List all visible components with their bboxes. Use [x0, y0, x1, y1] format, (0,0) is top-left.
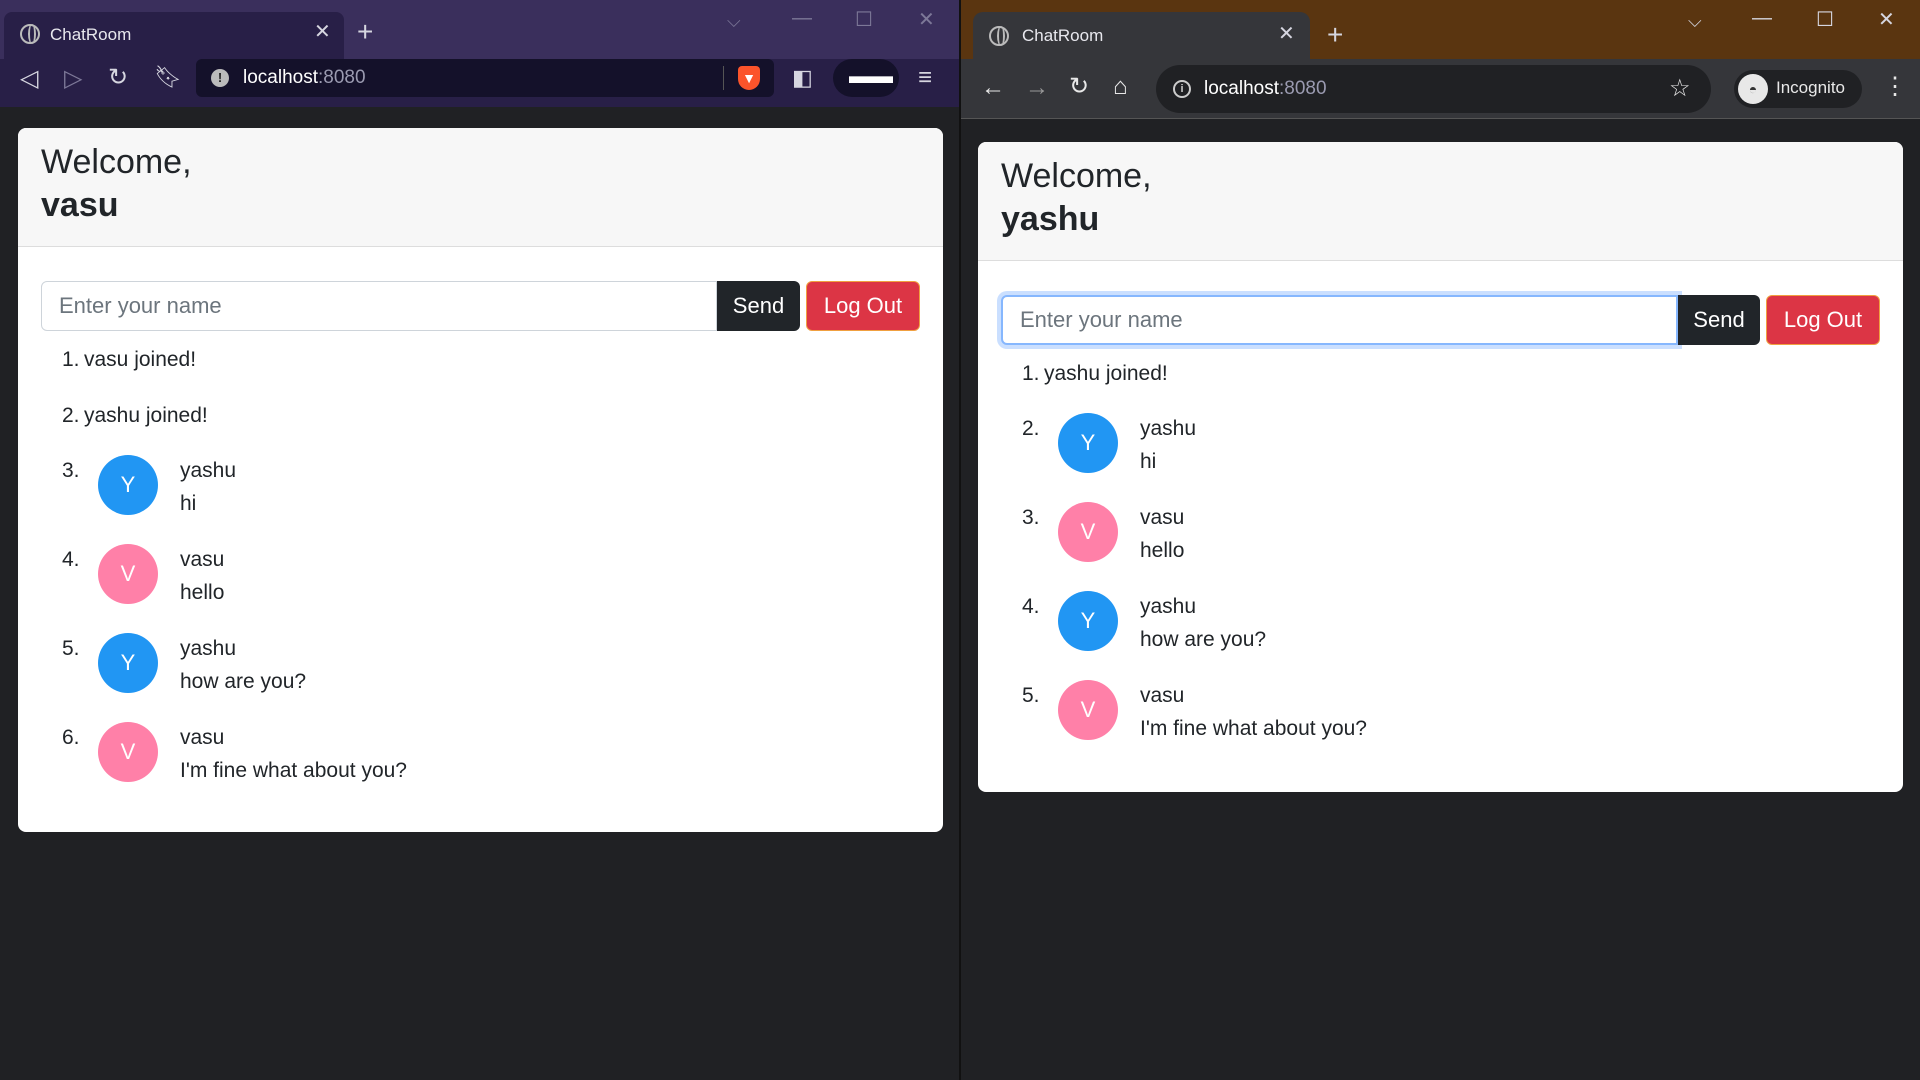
send-button[interactable]: Send	[1678, 295, 1760, 345]
chat-card: Welcome, yashu Send Log Out 1. yashu joi…	[978, 142, 1903, 792]
tab-chatroom[interactable]: ChatRoom ✕	[973, 12, 1310, 59]
send-button[interactable]: Send	[717, 281, 800, 331]
card-header: Welcome, vasu	[18, 128, 943, 247]
minimize-icon[interactable]: —	[792, 8, 812, 28]
sender-name: yashu	[180, 459, 237, 482]
chat-card: Welcome, vasu Send Log Out 1. vasu joine…	[18, 128, 943, 832]
message-body: hi	[1140, 450, 1157, 473]
system-message: yashu joined!	[84, 404, 208, 427]
bookmark-icon[interactable]: 🔖︎	[154, 66, 182, 88]
sender-name: vasu	[180, 726, 225, 749]
url-text: localhost:8080	[1204, 78, 1327, 99]
list-number: 1.	[62, 348, 80, 371]
tab-chatroom[interactable]: ChatRoom ✕	[4, 12, 344, 59]
avatar: Y	[1058, 413, 1118, 473]
avatar: V	[1058, 680, 1118, 740]
tab-title: ChatRoom	[50, 25, 132, 44]
list-number: 2.	[62, 404, 80, 427]
avatar: Y	[1058, 591, 1118, 651]
close-window-icon[interactable]: ✕	[918, 10, 935, 30]
incognito-label: Incognito	[1776, 78, 1845, 97]
message-body: I'm fine what about you?	[180, 759, 407, 782]
system-message: vasu joined!	[84, 348, 197, 371]
tab-title: ChatRoom	[1022, 26, 1104, 45]
menu-icon[interactable]: ≡	[918, 66, 932, 90]
address-bar[interactable]: ! localhost:8080 ▼	[196, 59, 774, 97]
tab-search-icon[interactable]: ⌵	[1688, 12, 1702, 30]
list-number: 4.	[62, 548, 80, 571]
globe-icon	[989, 26, 1009, 46]
tab-close-icon[interactable]: ✕	[314, 22, 331, 42]
name-input[interactable]	[41, 281, 717, 331]
avatar: Y	[98, 455, 158, 515]
star-icon[interactable]: ☆	[1669, 77, 1691, 101]
message-body: I'm fine what about you?	[1140, 717, 1367, 740]
new-tab-icon[interactable]: +	[357, 18, 373, 46]
list-number: 5.	[1022, 684, 1040, 707]
list-number: 3.	[1022, 506, 1040, 529]
sender-name: yashu	[1140, 417, 1197, 440]
tab-close-icon[interactable]: ✕	[1278, 24, 1295, 44]
reload-icon[interactable]: ↻	[108, 66, 128, 90]
globe-icon	[20, 24, 40, 44]
list-number: 6.	[62, 726, 80, 749]
list-number: 3.	[62, 459, 80, 482]
card-header: Welcome, yashu	[978, 142, 1903, 261]
list-number: 2.	[1022, 417, 1040, 440]
site-info-icon[interactable]: !	[211, 69, 229, 87]
forward-icon[interactable]: ▷	[64, 67, 82, 91]
sender-name: vasu	[1140, 684, 1185, 707]
home-icon[interactable]: ⌂	[1113, 75, 1128, 99]
brave-shield-icon[interactable]: ▼	[738, 66, 760, 90]
new-tab-icon[interactable]: +	[1327, 21, 1343, 49]
system-message: yashu joined!	[1044, 362, 1168, 385]
avatar: V	[1058, 502, 1118, 562]
kebab-menu-icon[interactable]: ⋮	[1883, 75, 1907, 99]
username-heading: vasu	[41, 186, 119, 224]
right-browser-window: ChatRoom ✕ + ⌵ — ☐ ✕ ← → ↻ ⌂ i localhost…	[961, 0, 1920, 1080]
sender-name: vasu	[180, 548, 225, 571]
forward-icon[interactable]: →	[1025, 76, 1049, 100]
left-browser-window: ChatRoom ✕ + ⌵ — ☐ ✕ ◁ ▷ ↻ 🔖︎ ! localhos…	[0, 0, 960, 1080]
sender-name: vasu	[1140, 506, 1185, 529]
logout-button[interactable]: Log Out	[1766, 295, 1880, 345]
sender-name: yashu	[1140, 595, 1197, 618]
message-body: hi	[180, 492, 197, 515]
list-number: 5.	[62, 637, 80, 660]
close-window-icon[interactable]: ✕	[1878, 10, 1895, 30]
private-window-badge[interactable]: ▬▬	[833, 59, 899, 97]
sender-name: yashu	[180, 637, 237, 660]
message-body: hello	[1140, 539, 1185, 562]
back-icon[interactable]: ←	[981, 76, 1005, 100]
address-bar[interactable]: i localhost:8080 ☆	[1156, 65, 1711, 113]
message-body: hello	[180, 581, 225, 604]
reload-icon[interactable]: ↻	[1069, 75, 1089, 99]
url-text: localhost:8080	[243, 67, 366, 88]
incognito-icon: ◓	[1738, 74, 1768, 104]
maximize-icon[interactable]: ☐	[1816, 10, 1834, 30]
back-icon[interactable]: ◁	[20, 67, 38, 91]
incognito-badge[interactable]: ◓ Incognito	[1734, 70, 1862, 108]
welcome-heading: Welcome,	[41, 143, 192, 181]
avatar: Y	[98, 633, 158, 693]
omnibox-divider	[723, 66, 724, 90]
maximize-icon[interactable]: ☐	[855, 10, 873, 30]
site-info-icon[interactable]: i	[1173, 80, 1191, 98]
private-sunglasses-icon: ▬▬	[849, 63, 893, 88]
avatar: V	[98, 544, 158, 604]
message-body: how are you?	[1140, 628, 1267, 651]
username-heading: yashu	[1001, 200, 1100, 238]
tab-search-icon[interactable]: ⌵	[727, 12, 741, 30]
minimize-icon[interactable]: —	[1752, 8, 1772, 28]
avatar: V	[98, 722, 158, 782]
name-input[interactable]	[1001, 295, 1678, 345]
logout-button[interactable]: Log Out	[806, 281, 920, 331]
list-number: 4.	[1022, 595, 1040, 618]
welcome-heading: Welcome,	[1001, 157, 1152, 195]
message-body: how are you?	[180, 670, 307, 693]
sidebar-icon[interactable]: ◧	[792, 67, 813, 89]
list-number: 1.	[1022, 362, 1040, 385]
